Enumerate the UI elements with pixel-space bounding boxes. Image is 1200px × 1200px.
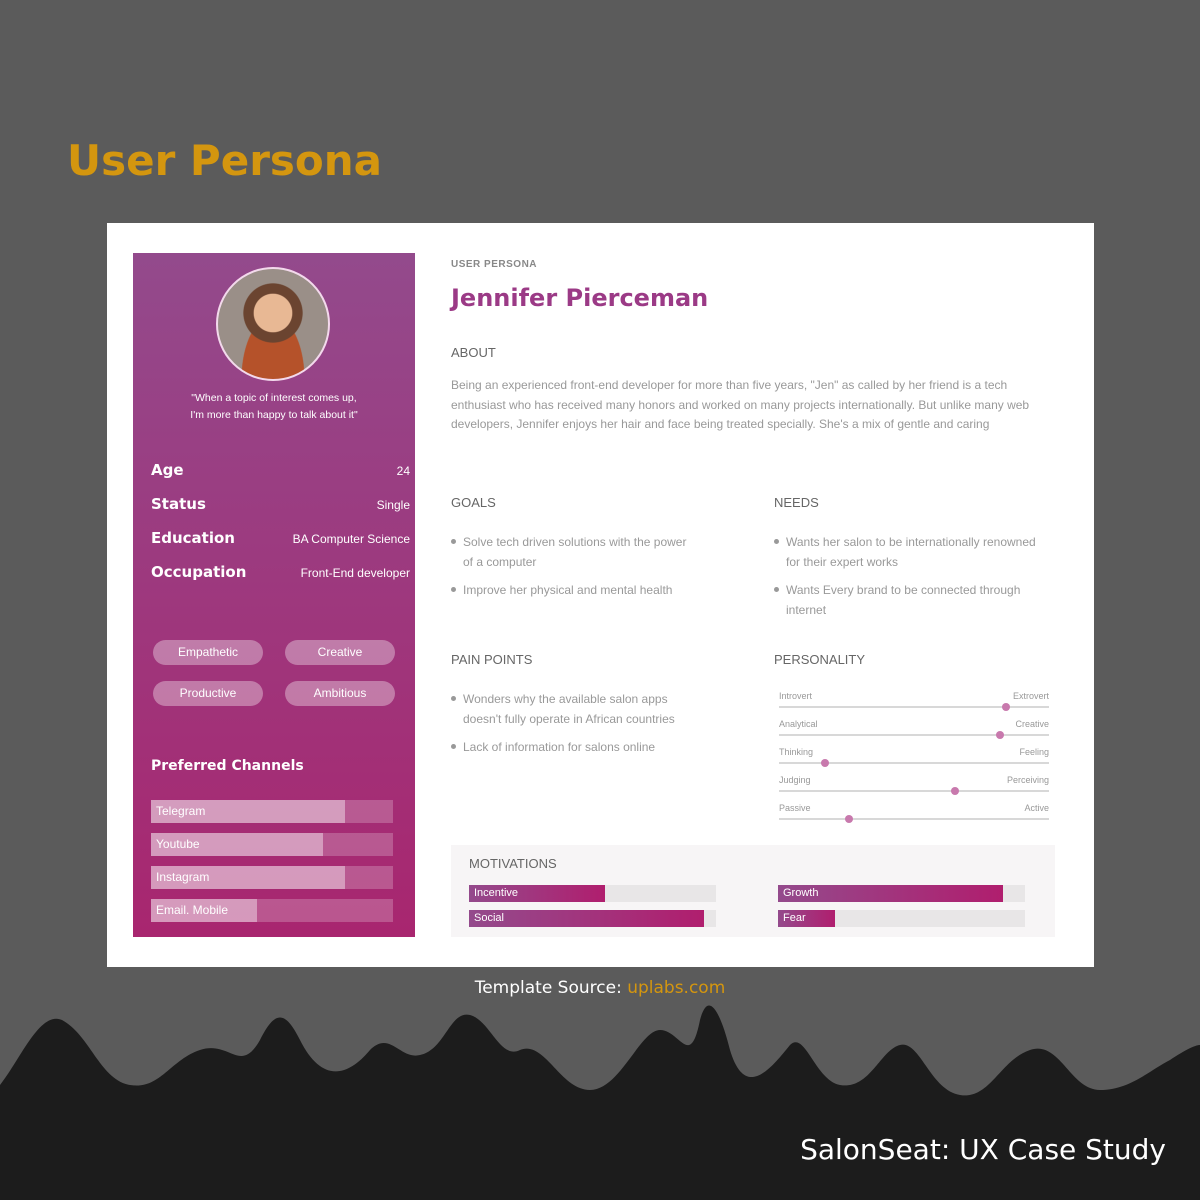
fact-row: Status Single bbox=[151, 495, 410, 515]
motivations-panel: MOTIVATIONS Incentive Growth Social Fear bbox=[451, 845, 1055, 937]
list-item: Improve her physical and mental health bbox=[451, 581, 691, 601]
trait-tag: Creative bbox=[285, 640, 395, 665]
preferred-channels-title: Preferred Channels bbox=[151, 758, 304, 774]
pain-points-list: Wonders why the available salon apps doe… bbox=[451, 690, 691, 767]
fact-value: BA Computer Science bbox=[292, 532, 410, 546]
slider-min-label: Introvert bbox=[779, 691, 813, 701]
persona-sidebar: "When a topic of interest comes up, I'm m… bbox=[133, 253, 415, 937]
slider-max-label: Creative bbox=[1015, 719, 1049, 729]
avatar bbox=[216, 267, 330, 381]
fact-row: Occupation Front-End developer bbox=[151, 563, 410, 583]
slider-dot bbox=[1001, 703, 1010, 711]
channel-label: Instagram bbox=[156, 870, 210, 884]
about-title: ABOUT bbox=[451, 345, 496, 360]
needs-list: Wants her salon to be internationally re… bbox=[774, 533, 1044, 629]
slider-min-label: Analytical bbox=[779, 719, 818, 729]
case-study-label: SalonSeat: UX Case Study bbox=[800, 1133, 1166, 1166]
slider-dot bbox=[820, 759, 829, 767]
about-text: Being an experienced front-end developer… bbox=[451, 378, 1030, 431]
fact-value: Single bbox=[376, 498, 410, 512]
fact-row: Age 24 bbox=[151, 461, 410, 481]
slider-max-label: Active bbox=[1024, 803, 1049, 813]
template-source: Template Source: uplabs.com bbox=[0, 978, 1200, 998]
list-item: Lack of information for salons online bbox=[451, 738, 691, 758]
goals-list: Solve tech driven solutions with the pow… bbox=[451, 533, 691, 610]
slider-dot bbox=[950, 787, 959, 795]
list-item: Solve tech driven solutions with the pow… bbox=[451, 533, 691, 572]
persona-quote: "When a topic of interest comes up, I'm m… bbox=[133, 390, 415, 424]
quote-line: I'm more than happy to talk about it" bbox=[190, 409, 358, 421]
personality-slider: Thinking Feeling bbox=[779, 747, 1049, 775]
channel-bar: Telegram bbox=[151, 800, 393, 823]
eyebrow: USER PERSONA bbox=[451, 259, 538, 270]
fact-label: Education bbox=[151, 529, 235, 547]
slider-track bbox=[779, 762, 1049, 764]
slider-track bbox=[779, 818, 1049, 820]
page-title: User Persona bbox=[67, 136, 382, 185]
channel-label: Telegram bbox=[156, 804, 206, 818]
source-link[interactable]: uplabs.com bbox=[627, 978, 725, 998]
channel-bar: Youtube bbox=[151, 833, 393, 856]
channel-bar: Email. Mobile bbox=[151, 899, 393, 922]
personality-slider: Analytical Creative bbox=[779, 719, 1049, 747]
needs-title: NEEDS bbox=[774, 495, 819, 510]
channel-label: Email. Mobile bbox=[156, 903, 229, 917]
list-item: Wants Every brand to be connected throug… bbox=[774, 581, 1044, 620]
source-label: Template Source: bbox=[474, 978, 628, 998]
motivation-bar: Social bbox=[469, 910, 716, 927]
goals-title: GOALS bbox=[451, 495, 496, 510]
fact-row: Education BA Computer Science bbox=[151, 529, 410, 549]
slider-track bbox=[779, 790, 1049, 792]
slider-max-label: Extrovert bbox=[1012, 691, 1049, 701]
motivation-bar: Incentive bbox=[469, 885, 716, 902]
motivation-label: Fear bbox=[783, 912, 806, 924]
slider-max-label: Perceiving bbox=[1006, 775, 1049, 785]
motivation-label: Incentive bbox=[474, 887, 519, 899]
motivation-bar: Fear bbox=[778, 910, 1025, 927]
motivation-label: Social bbox=[474, 912, 504, 924]
fact-label: Occupation bbox=[151, 563, 247, 581]
channel-bar: Instagram bbox=[151, 866, 393, 889]
fact-label: Age bbox=[151, 461, 184, 479]
slider-track bbox=[779, 734, 1049, 736]
slider-max-label: Feeling bbox=[1019, 747, 1049, 757]
motivation-bar-fill bbox=[469, 910, 704, 927]
list-item: Wonders why the available salon apps doe… bbox=[451, 690, 691, 729]
trait-tag: Ambitious bbox=[285, 681, 395, 706]
trait-tag: Productive bbox=[153, 681, 263, 706]
channel-label: Youtube bbox=[156, 837, 200, 851]
personality-slider: Judging Perceiving bbox=[779, 775, 1049, 803]
motivation-bar: Growth bbox=[778, 885, 1025, 902]
fact-value: Front-End developer bbox=[300, 566, 410, 580]
personality-slider: Passive Active bbox=[779, 803, 1049, 831]
quote-line: "When a topic of interest comes up, bbox=[191, 392, 357, 404]
personality-slider: Introvert Extrovert bbox=[779, 691, 1049, 719]
persona-name: Jennifer Pierceman bbox=[451, 284, 709, 312]
fact-label: Status bbox=[151, 495, 206, 513]
slider-dot bbox=[845, 815, 854, 823]
pain-points-title: PAIN POINTS bbox=[451, 652, 533, 667]
slider-min-label: Passive bbox=[779, 803, 811, 813]
motivation-label: Growth bbox=[783, 887, 819, 899]
persona-card: "When a topic of interest comes up, I'm m… bbox=[107, 223, 1094, 967]
slider-dot bbox=[996, 731, 1005, 739]
slider-min-label: Thinking bbox=[779, 747, 814, 757]
personality-title: PERSONALITY bbox=[774, 652, 866, 667]
fact-value: 24 bbox=[396, 464, 410, 478]
slider-min-label: Judging bbox=[779, 775, 811, 785]
trait-tag: Empathetic bbox=[153, 640, 263, 665]
list-item: Wants her salon to be internationally re… bbox=[774, 533, 1044, 572]
motivations-title: MOTIVATIONS bbox=[469, 856, 557, 871]
